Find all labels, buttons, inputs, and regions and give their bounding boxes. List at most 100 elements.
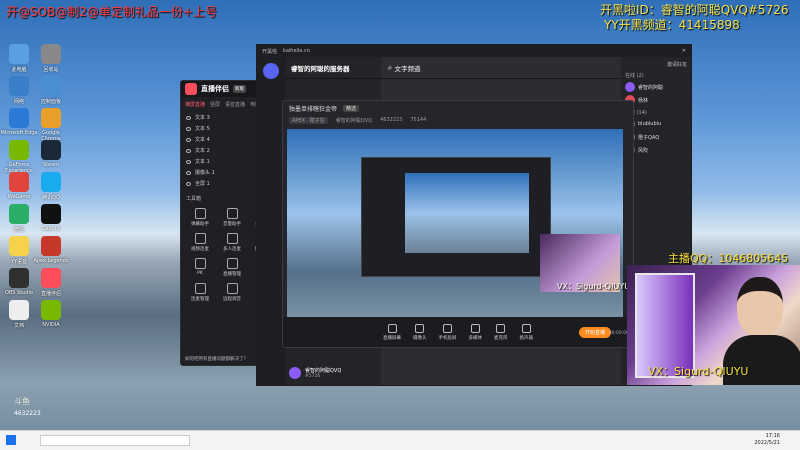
app-icon [41, 268, 61, 288]
desktop-icon[interactable]: 直播伴侣 [32, 268, 70, 297]
desktop-icon-label: 腾讯QQ [42, 195, 60, 201]
tool-label: 音量助手 [223, 222, 241, 227]
member-name: blublublu [638, 121, 662, 127]
eye-icon[interactable] [186, 181, 191, 186]
app-icon [9, 204, 29, 224]
member-name: 风吹 [638, 147, 649, 154]
desktop-icon[interactable]: Steam [32, 140, 70, 168]
desktop-icon-label: Steam [42, 162, 60, 168]
desktop-icon-label: CapCut [41, 226, 61, 232]
close-icon[interactable]: ✕ [682, 48, 686, 54]
app-icon [9, 236, 29, 256]
tool-icon [194, 233, 206, 244]
desktop-icon[interactable]: CapCut [32, 204, 70, 232]
avatar [625, 82, 635, 92]
tool-item[interactable]: 弹幕助手 [185, 208, 215, 227]
yy-channel-overlay: YY开黑频道：41415898 [604, 18, 740, 32]
control-label: 手机投屏 [438, 335, 457, 341]
desktop-icon-label: Apex Legends [33, 258, 69, 264]
eye-icon[interactable] [186, 170, 191, 175]
eye-icon[interactable] [186, 115, 191, 120]
tool-item[interactable]: PK [185, 258, 215, 277]
zhibo-badge: 新版 [233, 85, 246, 93]
user-bar: 睿智的阿聪QVQ #5726 [289, 367, 377, 379]
member-item[interactable]: 橙子QAQ [625, 132, 687, 142]
home-server-icon[interactable] [263, 63, 279, 79]
desktop-icon[interactable]: NVIDIA [32, 300, 70, 328]
eye-icon[interactable] [186, 137, 191, 142]
avatar[interactable] [289, 367, 301, 379]
control-button[interactable]: 扬声器 [519, 323, 534, 341]
tool-item[interactable]: 多人连麦 [217, 233, 247, 252]
tool-label: 弹幕助手 [191, 222, 209, 227]
desktop-icon[interactable]: 回收站 [32, 44, 70, 73]
app-icon [9, 108, 29, 128]
desktop-icon[interactable]: Apex Legends [32, 236, 70, 264]
control-button[interactable]: 直播屏幕 [383, 323, 401, 341]
app-icon [41, 204, 61, 224]
tool-label: 连麦管理 [191, 297, 209, 302]
tool-item[interactable]: 远程调音 [217, 283, 247, 302]
desktop-icon[interactable]: 控制面板 [32, 76, 70, 105]
tool-item[interactable]: 视频连麦 [185, 233, 215, 252]
zhibo-tab[interactable]: 语音直播 [225, 101, 245, 108]
control-label: 扬声器 [519, 335, 534, 341]
control-button[interactable]: 麦克风 [494, 323, 508, 341]
start-icon[interactable] [6, 435, 16, 445]
tool-icon [194, 258, 206, 269]
control-button[interactable]: 多媒体 [468, 323, 483, 341]
control-button[interactable]: 手机投屏 [438, 323, 457, 341]
scene-label: 全屏 1 [195, 181, 210, 187]
stream-viewer: 独墨单排瞎狂金帝 精选 APEX · 瞎子狂 睿智的阿聪QVQ 4632223 … [282, 100, 634, 348]
invite-button[interactable]: 邀请好友 [625, 61, 687, 68]
tool-label: PK [197, 271, 203, 276]
start-stream-button[interactable]: 开始直播 [578, 327, 611, 338]
tool-item[interactable]: 连麦管理 [185, 283, 215, 302]
vx-small-overlay: VX：Sigurd-QIUYU [557, 282, 631, 291]
tool-item[interactable]: 直播管理 [217, 258, 247, 277]
scene-label: 摄像头 1 [195, 170, 215, 176]
tool-icon [226, 283, 238, 294]
member-item[interactable]: 风吹 [625, 145, 687, 155]
search-input[interactable] [40, 435, 190, 446]
control-label: 多媒体 [468, 335, 483, 341]
bottom-user: 睿智的阿聪QVQ [305, 368, 342, 374]
tool-label: 视频连麦 [191, 247, 209, 252]
desktop-icon[interactable]: 腾讯QQ [32, 172, 70, 201]
server-name[interactable]: 睿智的阿聪的服务器 [285, 57, 381, 79]
zhibo-logo-icon [185, 83, 197, 95]
control-icon [470, 323, 480, 333]
control-button[interactable]: 摄像头 [413, 323, 427, 341]
eye-icon[interactable] [186, 159, 191, 164]
member-name: 睿智的阿聪 [638, 84, 664, 91]
promo-overlay: 开@SOB@制2@单定制礼品一份+上号 [6, 5, 217, 19]
stream-room: 4632223 [380, 117, 403, 123]
control-icon [496, 323, 506, 333]
tool-item[interactable]: 音量助手 [217, 208, 247, 227]
app-icon [9, 140, 29, 160]
app-icon [41, 140, 61, 160]
member-name: 杨林 [638, 97, 649, 104]
desktop-icon[interactable]: Google Chrome [32, 108, 70, 142]
eye-icon[interactable] [186, 148, 191, 153]
zhibo-tab[interactable]: 竖屏 [210, 101, 220, 108]
zhibo-notice[interactable]: 如何把所有直播问题都解决了? [185, 356, 246, 362]
eye-icon[interactable] [186, 126, 191, 131]
zhibo-tab[interactable]: 横屏直播 [185, 101, 205, 108]
member-item[interactable]: 睿智的阿聪 [625, 82, 687, 92]
clock-time: 17:16 [765, 433, 780, 439]
desktop-icon-label: 直播伴侣 [40, 291, 61, 297]
scene-label: 文本 3 [195, 115, 210, 121]
taskbar: 17:16 2022/5/21 [0, 430, 800, 450]
app-icon [9, 268, 29, 288]
offline-header: 离线 (14) [625, 110, 647, 116]
member-item[interactable]: 杨林 [625, 95, 687, 105]
control-label: 直播屏幕 [383, 335, 401, 341]
app-icon [41, 76, 61, 96]
control-icon [387, 323, 397, 333]
member-item[interactable]: blublublu [625, 119, 687, 129]
app-icon [9, 44, 29, 64]
control-label: 麦克风 [494, 335, 508, 341]
stream-game[interactable]: APEX · 瞎子狂 [289, 116, 328, 124]
control-label: 摄像头 [413, 335, 427, 341]
